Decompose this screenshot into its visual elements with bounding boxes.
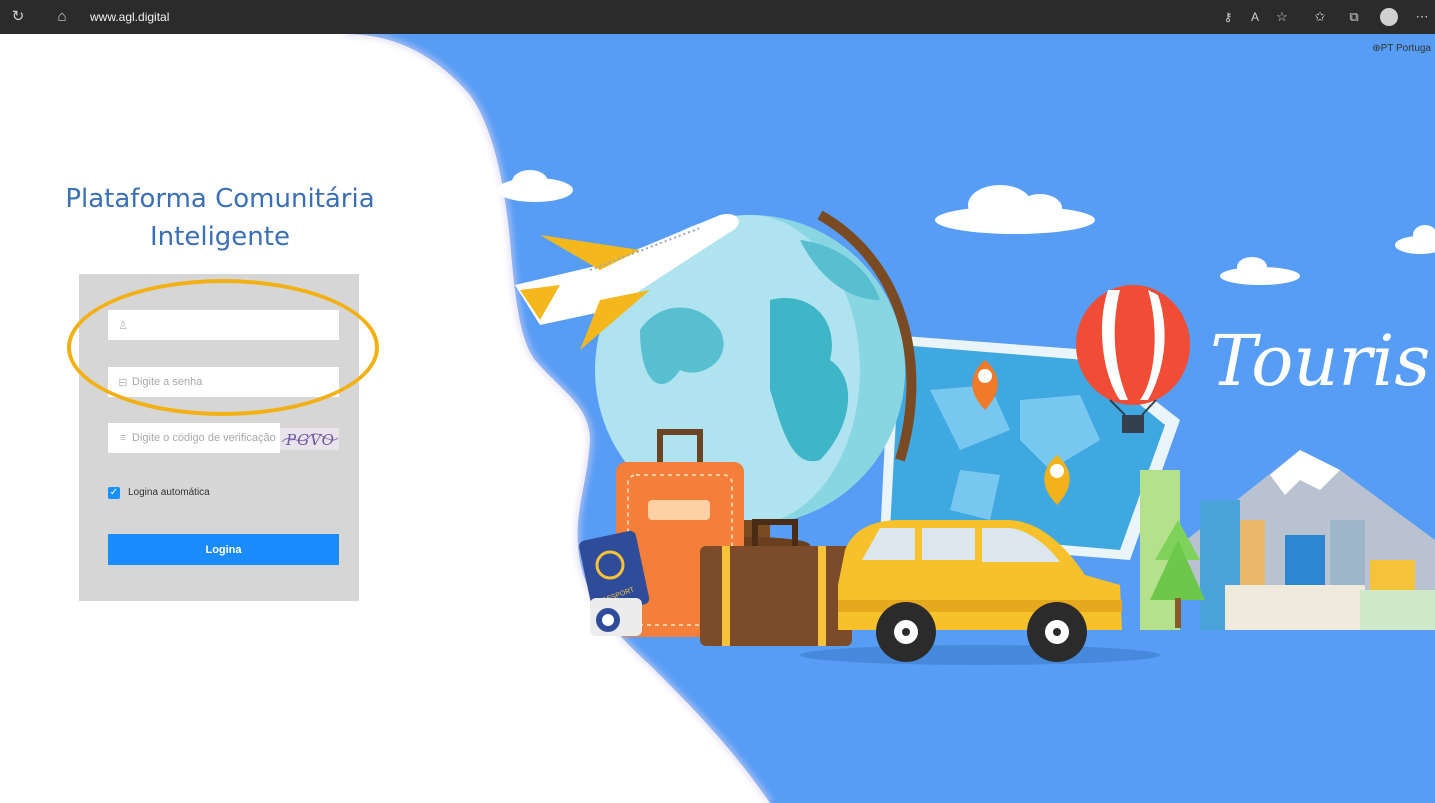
password-field[interactable]: ⊟ Digite a senha [108,367,339,397]
key-icon[interactable]: ⚷ [1218,7,1238,27]
read-aloud-icon[interactable]: A [1245,7,1265,27]
collections-icon[interactable]: ⧉ [1344,7,1364,27]
captcha-image[interactable]: PGVO [280,428,339,450]
favorites-icon[interactable]: ✩ [1310,7,1330,27]
favorite-add-icon[interactable]: ☆ [1272,7,1292,27]
captcha-field[interactable]: ≡ Digite o código de verificação [108,423,280,453]
lock-icon: ⊟ [118,376,128,389]
address-bar[interactable]: www.agl.digital [90,10,169,24]
user-icon: ♙ [118,319,128,332]
list-icon: ≡ [119,432,127,444]
captcha-image-content: PGVO [281,431,339,449]
title-line-1: Plataforma Comunitária [65,184,375,214]
tourism-script-text: Touris [1210,320,1430,402]
auto-login-checkbox[interactable]: ✓ [108,487,120,499]
username-field[interactable]: ♙ [108,310,339,340]
profile-avatar[interactable] [1380,8,1398,26]
refresh-icon[interactable]: ↻ [8,7,28,27]
home-icon[interactable]: ⌂ [52,7,72,27]
login-button[interactable]: Logina [108,534,339,565]
browser-toolbar: ↻ ⌂ www.agl.digital ⚷ A ☆ ✩ ⧉ ⋯ [0,0,1435,34]
auto-login-label: Logina automática [128,487,210,498]
password-placeholder: Digite a senha [132,376,203,388]
page-title: Plataforma Comunitária Inteligente [50,180,390,256]
language-selector[interactable]: ⊕PT Portuga [1372,43,1431,54]
captcha-text: PGVO [285,431,335,449]
captcha-placeholder: Digite o código de verificação [132,432,276,444]
title-line-2: Inteligente [150,222,290,252]
more-icon[interactable]: ⋯ [1412,7,1432,27]
camera [590,598,642,636]
